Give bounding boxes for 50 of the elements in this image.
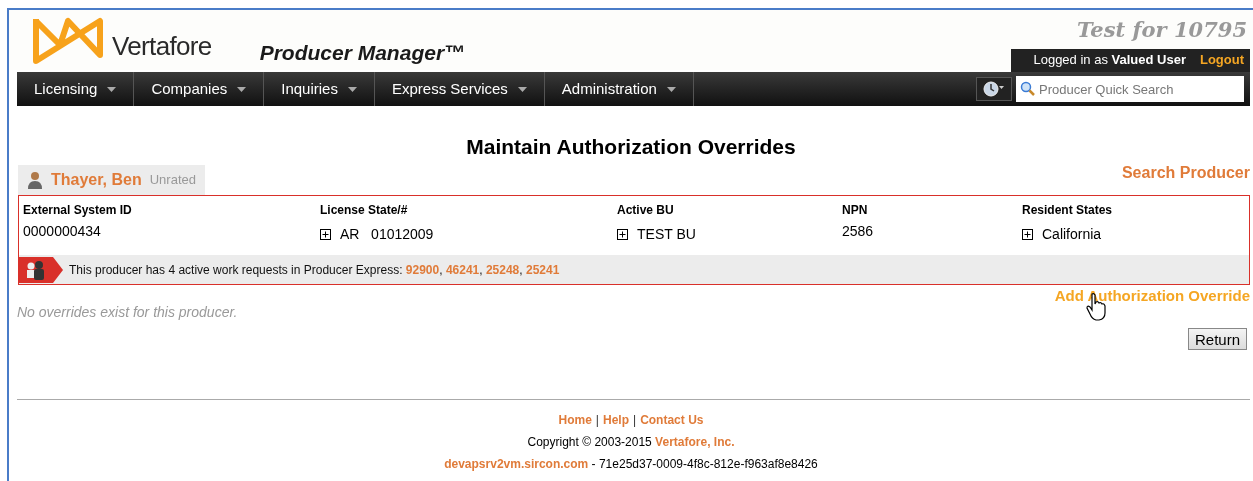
column-heading: License State/# [320,202,409,219]
login-status: Logged in as Valued User [1033,51,1186,70]
caret-icon [237,86,247,92]
history-button[interactable] [976,77,1012,101]
footer-link[interactable]: Contact Us [640,411,704,428]
column-heading: Active BU [617,202,675,219]
nav-menu[interactable]: Administration [544,72,694,106]
product-title: Producer Manager™ [259,40,466,66]
nav-menu[interactable]: Express Services [374,72,545,106]
empty-message: No overrides exist for this producer. [17,303,238,322]
copyright-text: Copyright © 2003-2015 Vertafore, Inc. [527,433,735,450]
rating-label: Unrated [149,171,196,190]
caret-icon [347,86,357,92]
field-value: AR 01012009 [340,225,434,244]
field-value: 0000000434 [23,222,101,241]
environment-label: Test for 10795 [1077,16,1247,44]
caret-icon [666,86,676,92]
server-link[interactable]: devapsrv2vm.sircon.com [444,456,589,471]
producer-name[interactable]: Thayer, Ben [51,168,142,192]
brand-name: Vertafore [112,30,212,63]
column-heading: External System ID [23,202,133,219]
footer-link[interactable]: Home [558,411,592,428]
company-link[interactable]: Vertafore, Inc. [655,434,735,449]
server-info: devapsrv2vm.sircon.com - 71e25d37-0009-4f8c-812e-f963af8e8426 [444,455,818,472]
column-heading: Resident States [1022,202,1114,219]
footer-link[interactable]: Help [603,411,629,428]
search-producer-link[interactable]: Search Producer [1121,161,1250,185]
quick-search-field[interactable]: Producer Quick Search [1016,76,1244,102]
person-icon [27,171,43,189]
expand-icon[interactable] [320,229,331,240]
separator: | [595,411,599,428]
nav-menu[interactable]: Companies [134,72,265,106]
column-heading: NPN [842,202,869,219]
field-value: TEST BU [637,225,696,244]
nav-menu[interactable]: Licensing [17,72,135,106]
field-value: California [1042,225,1102,244]
add-override-link[interactable]: Add Authorization Override [1054,285,1250,308]
expand-icon[interactable] [617,229,628,240]
logout-link[interactable]: Logout [1199,50,1244,70]
nav-menu[interactable]: Inquiries [264,72,375,106]
logo-icon [30,15,106,67]
work-request-link[interactable]: 25241 [525,262,560,277]
caret-icon [517,86,527,92]
page-title: Maintain Authorization Overrides [465,134,797,160]
caret-icon [107,86,117,92]
field-value: 2586 [842,222,874,241]
separator: | [633,411,637,428]
expand-icon[interactable] [1022,229,1033,240]
return-button[interactable]: Return [1187,327,1247,350]
work-request-message: This producer has 4 active work requests in Producer Express: 92900, 46241, 25248, 25241 [69,261,560,279]
